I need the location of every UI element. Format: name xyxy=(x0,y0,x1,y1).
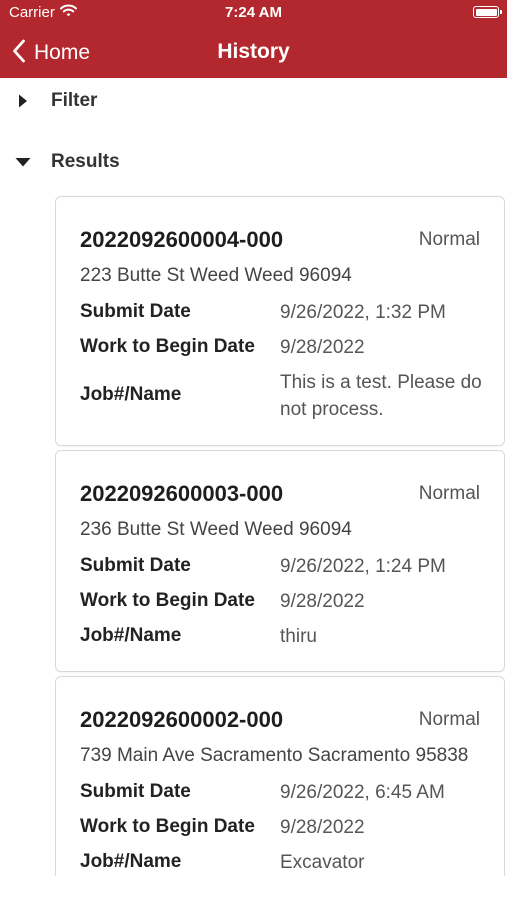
page-title: History xyxy=(217,40,290,63)
address: 223 Butte St Weed Weed 96094 xyxy=(80,265,352,286)
submit-date-label: Submit Date xyxy=(80,555,191,576)
submit-date-label: Submit Date xyxy=(80,301,191,322)
work-to-begin-date-value: 9/28/2022 xyxy=(280,591,365,612)
result-card[interactable]: 2022092600004-000 Normal 223 Butte St We… xyxy=(55,196,505,446)
request-number: 2022092600004-000 xyxy=(80,227,284,252)
filter-section-toggle[interactable]: Filter xyxy=(0,84,97,118)
job-name-label: Job#/Name xyxy=(80,384,182,405)
submit-date-value: 9/26/2022, 1:24 PM xyxy=(280,556,446,577)
priority-label: Normal xyxy=(418,709,480,730)
results-list[interactable]: 2022092600004-000 Normal 223 Butte St We… xyxy=(55,196,505,876)
caret-down-icon xyxy=(14,157,32,167)
battery-level xyxy=(475,8,497,16)
address: 739 Main Ave Sacramento Sacramento 95838 xyxy=(80,745,469,766)
results-section-label: Results xyxy=(51,151,120,172)
battery-icon xyxy=(473,6,502,18)
work-to-begin-date-label: Work to Begin Date xyxy=(80,590,255,611)
caret-right-icon xyxy=(14,94,32,108)
job-name-value: Excavator xyxy=(280,852,365,873)
app-header: Carrier 7:24 AM Home History xyxy=(0,0,507,78)
request-number: 2022092600002-000 xyxy=(80,707,284,732)
request-number: 2022092600003-000 xyxy=(80,481,284,506)
navigation-bar: Home History xyxy=(0,28,507,78)
filter-section-label: Filter xyxy=(51,90,98,111)
bottom-safe-area xyxy=(0,876,507,900)
work-to-begin-date-value: 9/28/2022 xyxy=(280,817,365,838)
work-to-begin-date-label: Work to Begin Date xyxy=(80,816,255,837)
priority-label: Normal xyxy=(418,229,480,250)
job-name-label: Job#/Name xyxy=(80,625,182,646)
status-time: 7:24 AM xyxy=(225,4,282,21)
job-name-value: thiru xyxy=(280,626,317,647)
address: 236 Butte St Weed Weed 96094 xyxy=(80,519,352,540)
work-to-begin-date-value: 9/28/2022 xyxy=(280,337,365,358)
result-card[interactable]: 2022092600002-000 Normal 739 Main Ave Sa… xyxy=(55,676,505,876)
work-to-begin-date-label: Work to Begin Date xyxy=(80,336,255,357)
results-section-toggle[interactable]: Results xyxy=(0,145,120,179)
submit-date-label: Submit Date xyxy=(80,781,191,802)
priority-label: Normal xyxy=(418,483,480,504)
result-card[interactable]: 2022092600003-000 Normal 236 Butte St We… xyxy=(55,450,505,672)
submit-date-value: 9/26/2022, 1:32 PM xyxy=(280,302,446,323)
status-bar: Carrier 7:24 AM xyxy=(0,0,507,28)
job-name-label: Job#/Name xyxy=(80,851,182,872)
submit-date-value: 9/26/2022, 6:45 AM xyxy=(280,782,445,803)
job-name-value: This is a test. Please do not process. xyxy=(280,372,482,420)
